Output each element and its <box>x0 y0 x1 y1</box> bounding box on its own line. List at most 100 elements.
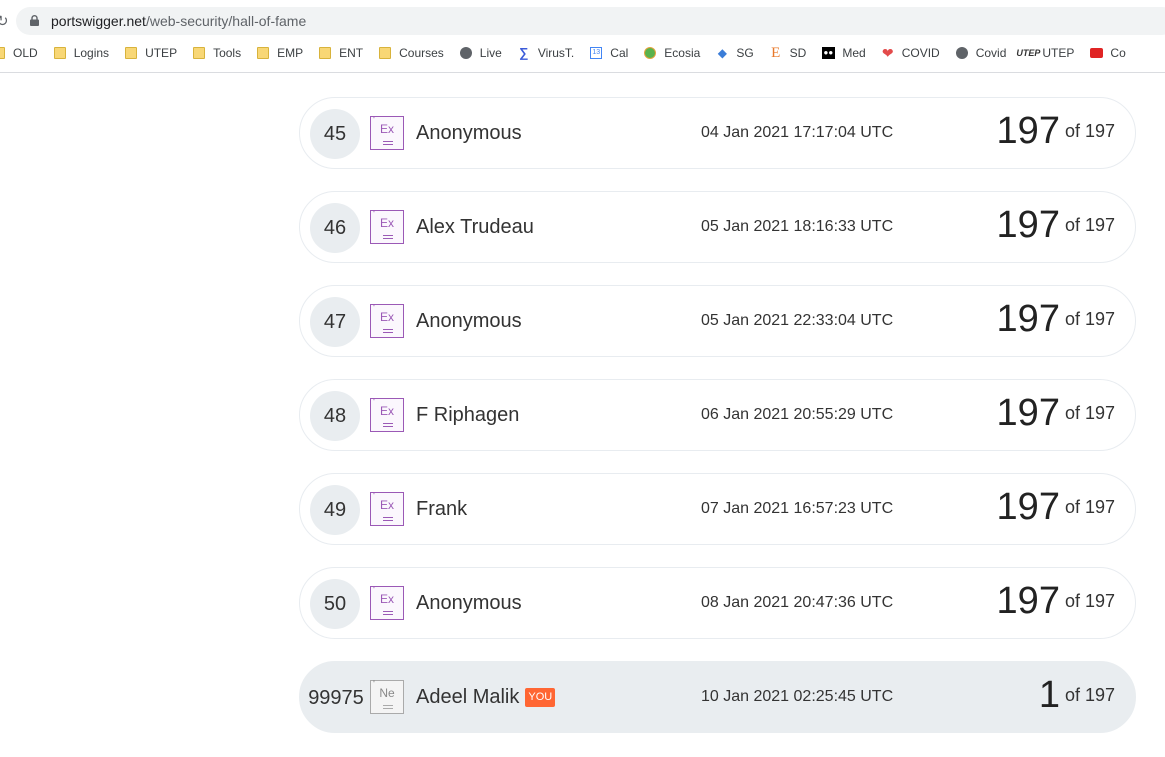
bookmark-label: EMP <box>277 46 304 60</box>
badge-label: Ne <box>379 686 395 700</box>
score-total: of 197 <box>1064 121 1115 141</box>
completion-date: 07 Jan 2021 16:57:23 UTC <box>701 500 894 517</box>
score-total: of 197 <box>1064 403 1115 423</box>
bookmark-label: Courses <box>399 46 444 60</box>
newcomer-badge-icon: ' Ne <box>370 679 404 714</box>
badge-label: Ex <box>379 404 394 418</box>
expert-badge-icon: ' Ex <box>370 209 404 244</box>
expert-badge-icon: ' Ex <box>370 303 404 338</box>
score-total: of 197 <box>1064 591 1115 611</box>
user-name: Frank <box>416 498 467 521</box>
rank-number: 46 <box>310 203 360 253</box>
bookmark-label: Cal <box>610 46 629 60</box>
user-name: Anonymous <box>416 592 522 615</box>
medium-icon: ●● <box>821 47 835 59</box>
bookmark-sd[interactable]: E SD <box>769 43 807 63</box>
bookmark-utep[interactable]: UTEP UTEP <box>1016 43 1075 63</box>
badge-label: Ex <box>379 592 394 606</box>
bookmark-virust[interactable]: ∑ VirusT. <box>517 43 574 63</box>
bookmark-label: Med <box>842 46 866 60</box>
url-domain: portswigger.net <box>51 13 146 29</box>
user-name-text: Adeel Malik <box>416 686 520 708</box>
bookmark-label: UTEP <box>1042 46 1075 60</box>
url-path: /web-security/hall-of-fame <box>145 13 307 29</box>
expert-badge-icon: ' Ex <box>370 115 404 150</box>
folder-icon <box>318 46 332 60</box>
completion-date: 10 Jan 2021 02:25:45 UTC <box>701 688 894 705</box>
bookmark-label: Logins <box>73 46 110 60</box>
bookmark-logins[interactable]: Logins <box>53 43 109 63</box>
completion-date: 05 Jan 2021 22:33:04 UTC <box>701 312 894 329</box>
folder-icon <box>124 46 138 60</box>
user-name: Adeel Malik YOU <box>416 686 556 709</box>
sg-icon: ◆ <box>717 46 727 60</box>
bookmark-sg[interactable]: ◆ SG <box>715 43 754 63</box>
leaderboard-row: 45 ' Ex Anonymous 04 Jan 2021 17:17:04 U… <box>299 97 1136 169</box>
bookmark-ent[interactable]: ENT <box>318 43 363 63</box>
address-bar[interactable]: portswigger.net/web-security/hall-of-fam… <box>16 7 1165 35</box>
bookmark-label: VirusT. <box>537 46 575 60</box>
current-user-row: 99975 ' Ne Adeel Malik YOU 10 Jan 2021 02… <box>299 661 1136 733</box>
rank-number: 49 <box>310 485 360 535</box>
rank-number: 45 <box>310 109 360 159</box>
score-total: of 197 <box>1064 497 1115 517</box>
bookmark-live[interactable]: Live <box>459 43 502 63</box>
bookmark-label: COVID <box>901 46 940 60</box>
leaderboard-row: 49 ' Ex Frank 07 Jan 2021 16:57:23 UTC 1… <box>299 473 1136 545</box>
folder-icon <box>53 46 67 60</box>
bookmark-old[interactable]: OLD <box>0 43 38 63</box>
bookmark-ecosia[interactable]: Ecosia <box>643 43 700 63</box>
ecosia-icon <box>643 46 657 60</box>
user-name-text: Frank <box>416 498 468 520</box>
browser-chrome: ↻ portswigger.net/web-security/hall-of-f… <box>0 0 1165 73</box>
user-name: F Riphagen <box>416 404 519 427</box>
utep-icon: UTEP <box>1016 48 1041 58</box>
bookmark-label: SD <box>789 46 807 60</box>
score-value: 197 <box>996 204 1060 246</box>
rank-number: 50 <box>310 579 360 629</box>
bookmark-tools[interactable]: Tools <box>192 43 241 63</box>
badge-label: Ex <box>379 122 394 136</box>
completion-date: 05 Jan 2021 18:16:33 UTC <box>701 218 894 235</box>
bookmark-utep[interactable]: UTEP <box>124 43 177 63</box>
virustotal-icon: ∑ <box>519 45 529 60</box>
reload-icon[interactable]: ↻ <box>0 12 9 30</box>
bookmark-label: ENT <box>339 46 364 60</box>
leaderboard-row: 47 ' Ex Anonymous 05 Jan 2021 22:33:04 U… <box>299 285 1136 357</box>
score: 197 of 197 <box>997 392 1115 435</box>
score-value: 197 <box>996 110 1060 152</box>
bookmark-med[interactable]: ●● Med <box>821 43 866 63</box>
lock-icon <box>30 15 39 26</box>
user-name-text: Anonymous <box>416 592 522 614</box>
expert-badge-icon: ' Ex <box>370 585 404 620</box>
sd-icon: E <box>771 45 781 61</box>
bookmark-cal[interactable]: 13 Cal <box>589 43 628 63</box>
globe-icon <box>459 46 473 60</box>
score: 197 of 197 <box>997 486 1115 529</box>
user-name-text: Alex Trudeau <box>416 216 534 238</box>
user-name-text: F Riphagen <box>416 404 520 426</box>
bookmark-courses[interactable]: Courses <box>378 43 444 63</box>
bookmark-covid[interactable]: ❤ COVID <box>881 43 940 63</box>
rank-number: 99975 <box>308 687 364 709</box>
leaderboard-row: 50 ' Ex Anonymous 08 Jan 2021 20:47:36 U… <box>299 567 1136 639</box>
score-value: 197 <box>996 392 1060 434</box>
expert-badge-icon: ' Ex <box>370 397 404 432</box>
score: 197 of 197 <box>997 580 1115 623</box>
score-value: 197 <box>996 298 1060 340</box>
bookmark-label: Co <box>1110 46 1126 60</box>
score-total: of 197 <box>1064 685 1115 705</box>
folder-icon <box>192 46 206 60</box>
bookmark-co[interactable]: Co <box>1089 43 1126 63</box>
completion-date: 04 Jan 2021 17:17:04 UTC <box>701 124 894 141</box>
bus-icon <box>1089 46 1103 60</box>
rank-number: 48 <box>310 391 360 441</box>
leaderboard-row: 46 ' Ex Alex Trudeau 05 Jan 2021 18:16:3… <box>299 191 1136 263</box>
score: 197 of 197 <box>997 204 1115 247</box>
score: 197 of 197 <box>997 298 1115 341</box>
score-total: of 197 <box>1064 215 1115 235</box>
bookmark-covid[interactable]: Covid <box>955 43 1006 63</box>
bookmark-emp[interactable]: EMP <box>256 43 303 63</box>
heart-icon: ❤ <box>881 45 894 61</box>
bookmark-label: Ecosia <box>664 46 701 60</box>
